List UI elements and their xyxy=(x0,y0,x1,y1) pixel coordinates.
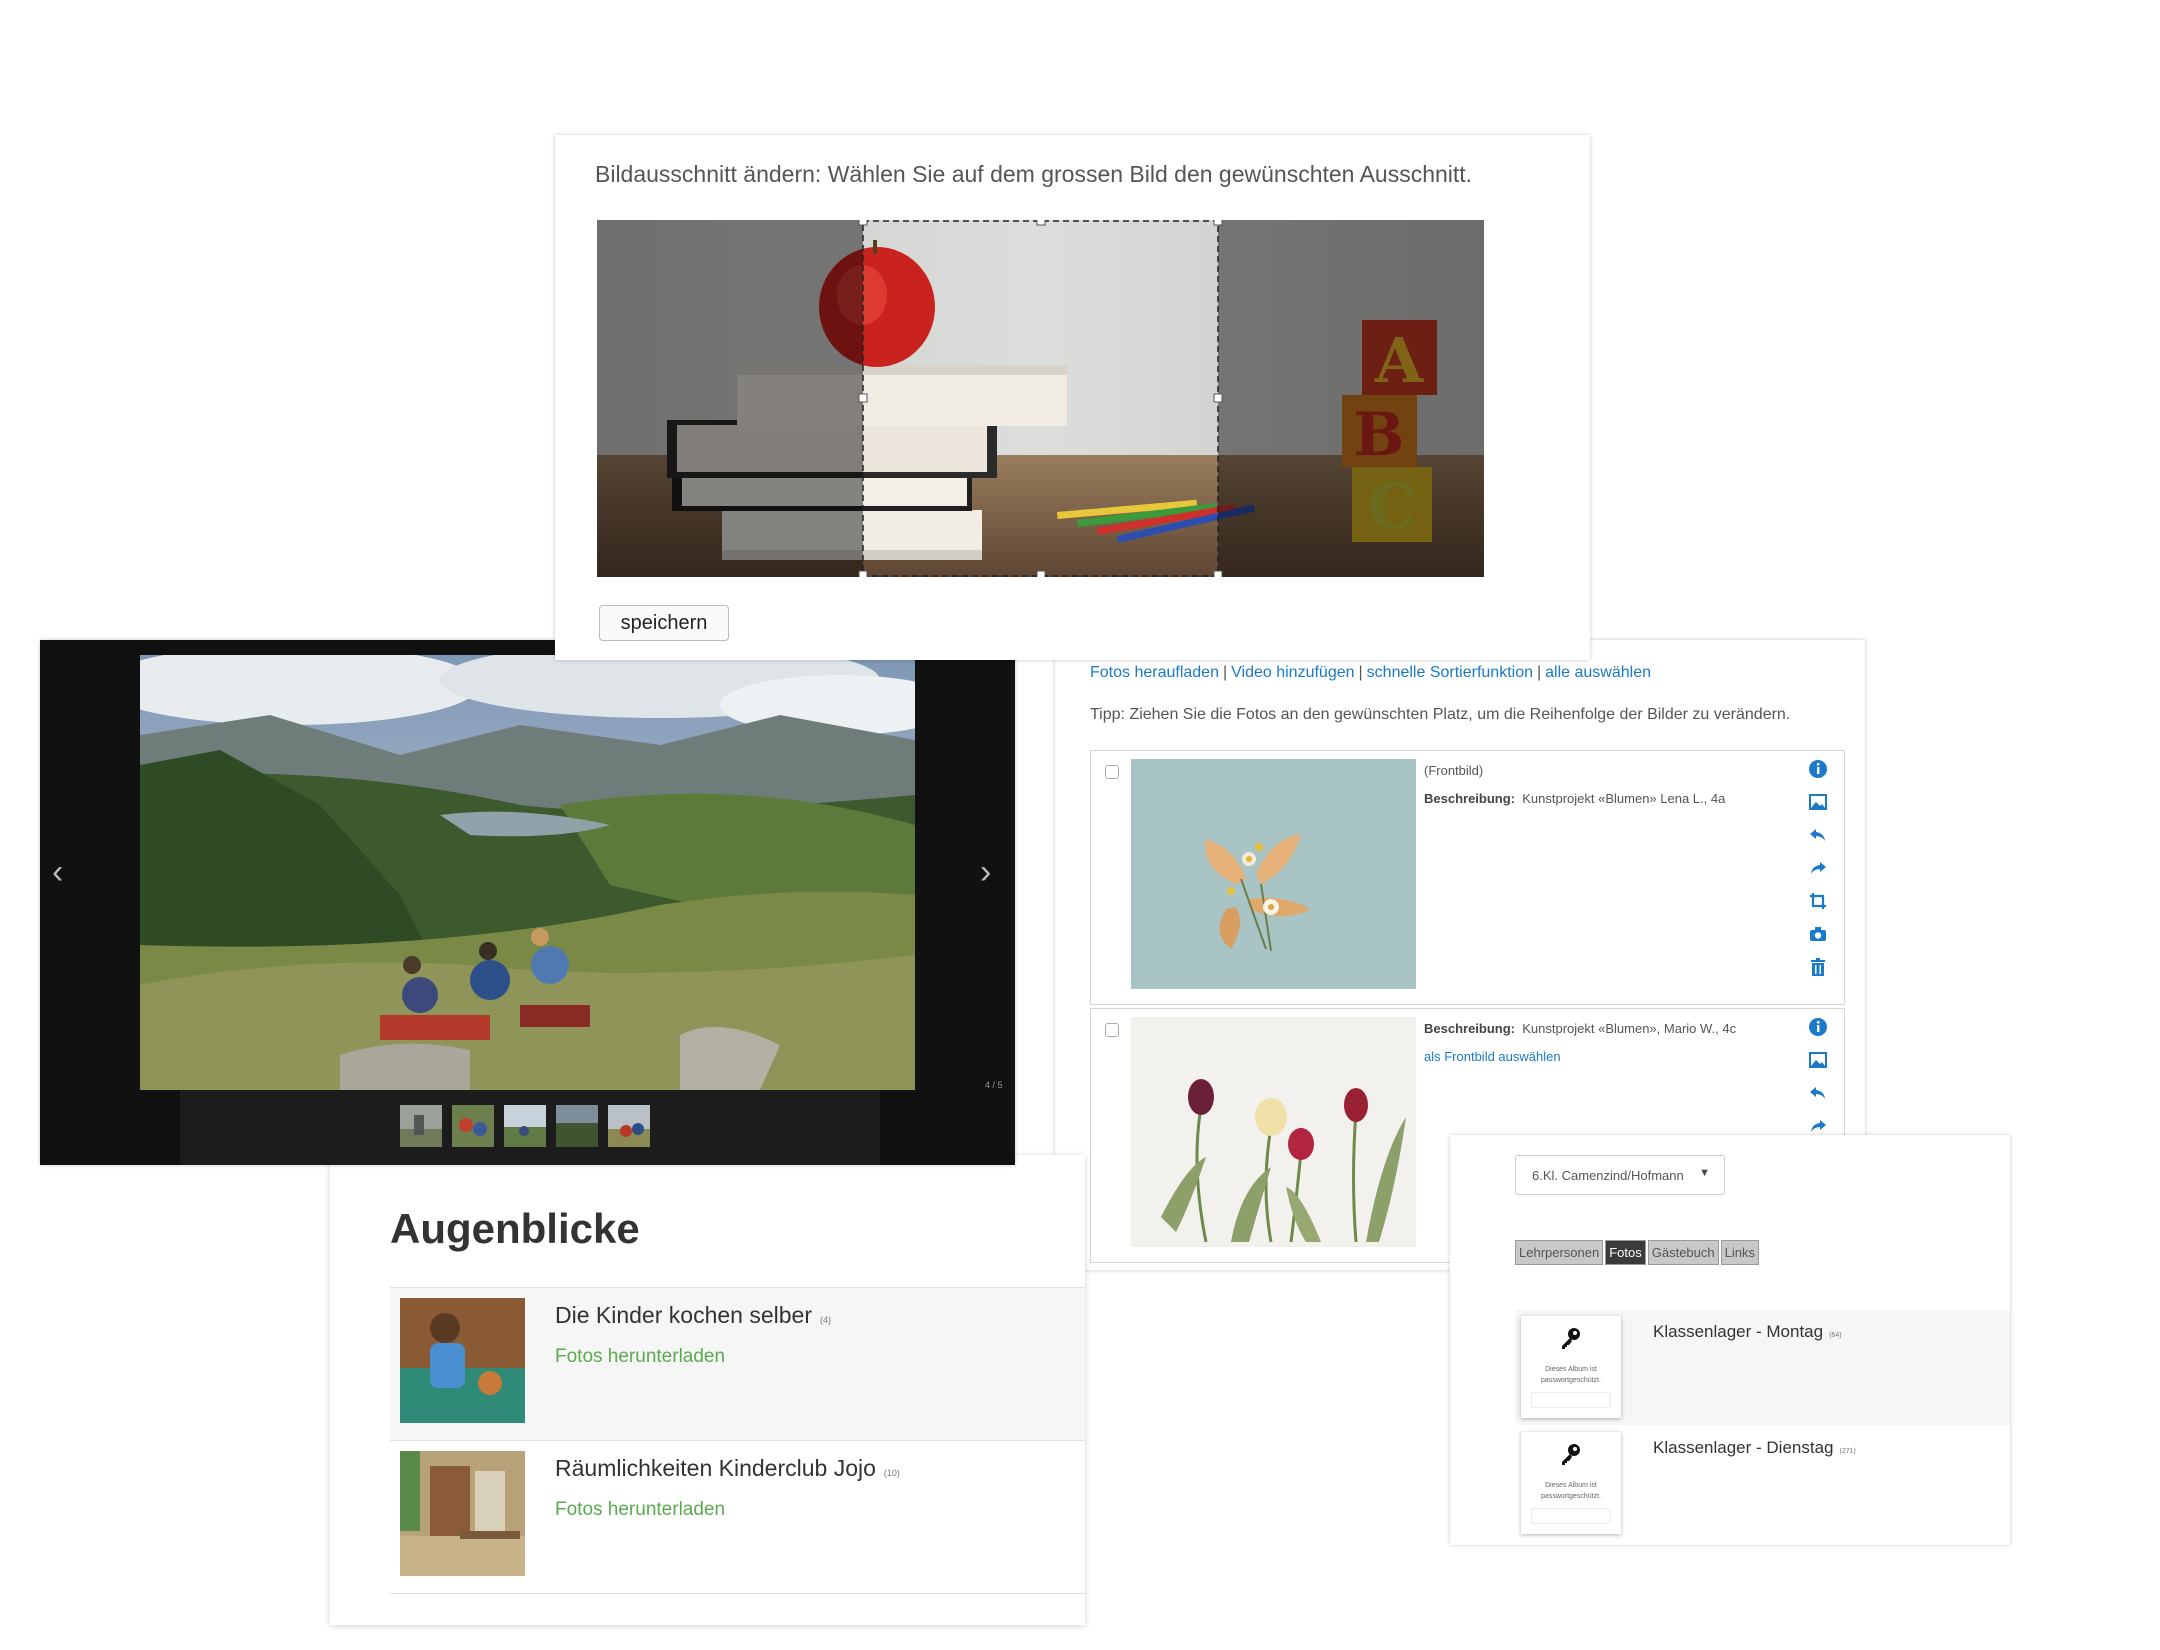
trash-icon[interactable] xyxy=(1808,957,1828,977)
tab-lehrpersonen[interactable]: Lehrpersonen xyxy=(1515,1240,1604,1265)
class-tabs: Lehrpersonen Fotos Gästebuch Links xyxy=(1515,1240,1759,1265)
lightbox-main-photo xyxy=(140,655,915,1090)
info-icon[interactable] xyxy=(1808,759,1828,779)
password-field[interactable] xyxy=(1531,1392,1611,1408)
album-name[interactable]: Klassenlager - Dienstag (271) xyxy=(1653,1438,1856,1458)
photo-checkbox[interactable] xyxy=(1105,1023,1119,1037)
select-all-link[interactable]: alle auswählen xyxy=(1545,664,1651,681)
add-video-link[interactable]: Video hinzufügen xyxy=(1231,664,1354,681)
image-icon[interactable] xyxy=(1808,792,1828,812)
locked-album-thumbnail[interactable]: Dieses Album ist passwortgeschützt. xyxy=(1521,1316,1621,1418)
rotate-left-icon[interactable] xyxy=(1808,825,1828,845)
crop-icon[interactable] xyxy=(1808,891,1828,911)
download-photos-link[interactable]: Fotos herunterladen xyxy=(555,1346,725,1368)
lightbox-thumbnail[interactable] xyxy=(608,1105,650,1147)
locked-album-text: Dieses Album ist passwortgeschützt. xyxy=(1541,1482,1601,1500)
photo-row[interactable]: (Frontbild) Beschreibung: Kunstprojekt «… xyxy=(1090,750,1845,1005)
rotate-right-icon[interactable] xyxy=(1808,1116,1828,1136)
rotate-right-icon[interactable] xyxy=(1808,858,1828,878)
album-thumbnail[interactable] xyxy=(400,1451,525,1576)
crop-image[interactable]: A B C xyxy=(597,220,1484,577)
lightbox-thumbnail[interactable] xyxy=(400,1105,442,1147)
album-thumbnail[interactable] xyxy=(400,1298,525,1423)
lightbox-thumbnail[interactable] xyxy=(556,1105,598,1147)
frontbild-label: (Frontbild) xyxy=(1424,763,1484,778)
photo-lightbox: ‹ › 4 / 5 xyxy=(40,640,1015,1165)
key-icon xyxy=(1562,1328,1580,1349)
lightbox-thumbnail[interactable] xyxy=(452,1105,494,1147)
tab-fotos[interactable]: Fotos xyxy=(1605,1240,1646,1265)
album-row[interactable]: Die Kinder kochen selber (4) Fotos herunt… xyxy=(390,1287,1085,1440)
locked-album-thumbnail[interactable]: Dieses Album ist passwortgeschützt. xyxy=(1521,1432,1621,1534)
locked-album-text: Dieses Album ist passwortgeschützt. xyxy=(1541,1366,1601,1384)
lightbox-counter: 4 / 5 xyxy=(985,1080,1003,1090)
photo-thumbnail-tulips[interactable] xyxy=(1131,1017,1416,1247)
tab-gaestebuch[interactable]: Gästebuch xyxy=(1647,1240,1719,1265)
lightbox-thumbnail[interactable] xyxy=(504,1105,546,1147)
lightbox-prev-arrow[interactable]: ‹ xyxy=(52,855,63,889)
album-name[interactable]: Die Kinder kochen selber (4) xyxy=(555,1302,831,1329)
locked-album-row[interactable]: Dieses Album ist passwortgeschützt. Klas… xyxy=(1515,1426,2010,1541)
crop-instruction: Bildausschnitt ändern: Wählen Sie auf de… xyxy=(595,161,1473,187)
key-icon xyxy=(1562,1444,1580,1465)
album-name[interactable]: Räumlichkeiten Kinderclub Jojo (10) xyxy=(555,1455,900,1482)
info-icon[interactable] xyxy=(1808,1017,1828,1037)
album-row[interactable]: Räumlichkeiten Kinderclub Jojo (10) Fotos… xyxy=(390,1440,1085,1594)
upload-photos-link[interactable]: Fotos heraufladen xyxy=(1090,664,1219,681)
album-list-panel: Augenblicke Die Kinder kochen selber (4) … xyxy=(330,1155,1085,1625)
photo-thumbnail-flowers[interactable] xyxy=(1131,759,1416,989)
locked-album-row[interactable]: Dieses Album ist passwortgeschützt. Klas… xyxy=(1515,1310,2010,1425)
download-photos-link[interactable]: Fotos herunterladen xyxy=(555,1499,725,1521)
photo-checkbox[interactable] xyxy=(1105,765,1119,779)
tab-links[interactable]: Links xyxy=(1720,1240,1759,1265)
album-name[interactable]: Klassenlager - Montag (64) xyxy=(1653,1322,1842,1342)
image-icon[interactable] xyxy=(1808,1050,1828,1070)
quick-sort-link[interactable]: schnelle Sortierfunktion xyxy=(1367,664,1533,681)
password-field[interactable] xyxy=(1531,1508,1611,1524)
admin-action-links: Fotos heraufladen | Video hinzufügen | schne… xyxy=(1090,664,1651,681)
class-select[interactable]: 6.Kl. Camenzind/Hofmann ▼ xyxy=(1515,1155,1725,1195)
class-albums-panel: 6.Kl. Camenzind/Hofmann ▼ Lehrpersonen F… xyxy=(1450,1135,2010,1545)
album-list-title: Augenblicke xyxy=(390,1205,640,1252)
rotate-left-icon[interactable] xyxy=(1808,1083,1828,1103)
crop-dialog: Bildausschnitt ändern: Wählen Sie auf de… xyxy=(555,135,1590,660)
photo-action-icons xyxy=(1808,759,1830,990)
sort-tip: Tipp: Ziehen Sie die Fotos an den gewüns… xyxy=(1090,706,1791,723)
photo-description: Beschreibung: Kunstprojekt «Blumen», Mar… xyxy=(1424,1021,1737,1036)
save-button[interactable]: speichern xyxy=(599,605,729,641)
photo-action-icons xyxy=(1808,1017,1830,1149)
lightbox-next-arrow[interactable]: › xyxy=(980,855,991,889)
set-front-image-link[interactable]: als Frontbild auswählen xyxy=(1424,1049,1561,1064)
camera-icon[interactable] xyxy=(1808,924,1828,944)
photo-description: Beschreibung: Kunstprojekt «Blumen» Lena… xyxy=(1424,791,1726,806)
chevron-down-icon: ▼ xyxy=(1699,1167,1710,1179)
